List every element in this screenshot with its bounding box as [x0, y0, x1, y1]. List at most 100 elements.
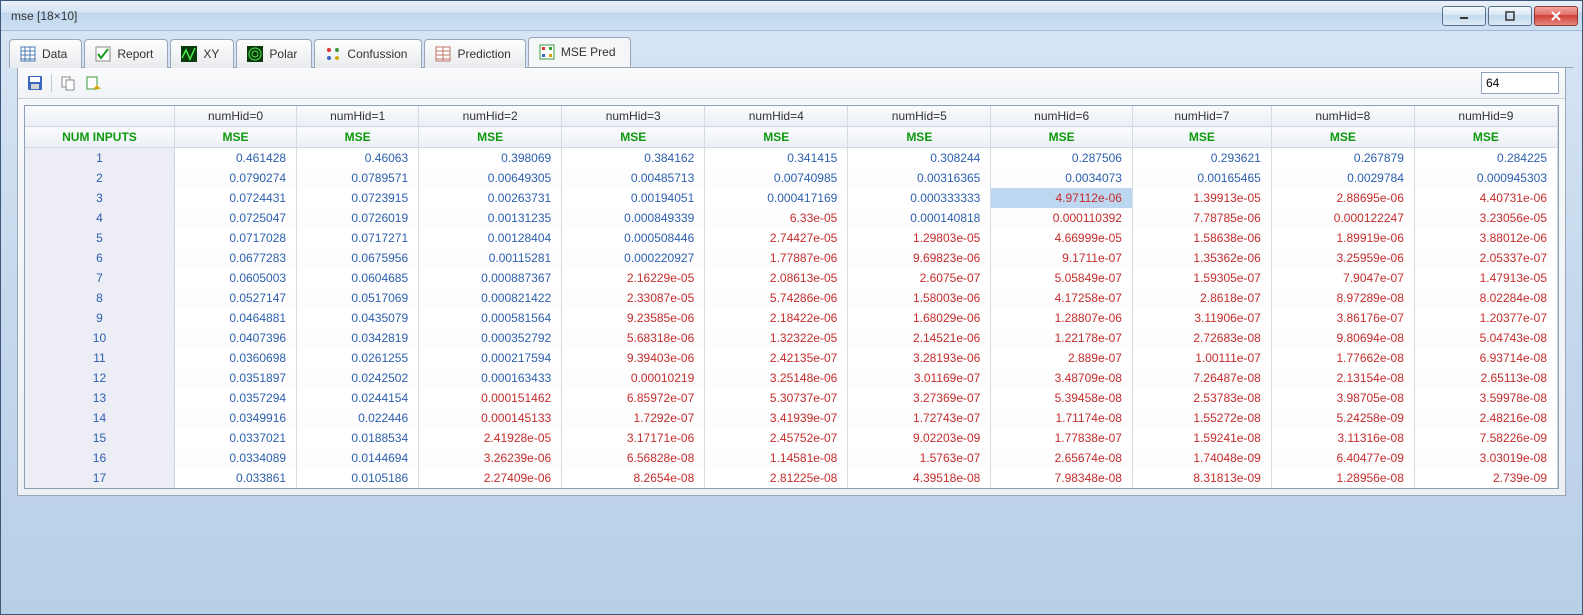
save-button[interactable] — [24, 72, 46, 94]
table-cell[interactable]: 0.0726019 — [297, 208, 419, 228]
column-header[interactable]: numHid=1 — [297, 106, 419, 127]
export-button[interactable] — [82, 72, 104, 94]
table-cell[interactable]: 2.08613e-05 — [705, 268, 848, 288]
corner-header[interactable] — [25, 106, 174, 127]
table-cell[interactable]: 0.000163433 — [419, 368, 562, 388]
tab-xy[interactable]: XY — [170, 39, 234, 68]
table-cell[interactable]: 0.00485713 — [562, 168, 705, 188]
table-cell[interactable]: 7.78785e-06 — [1132, 208, 1271, 228]
table-cell[interactable]: 0.0105186 — [297, 468, 419, 488]
table-cell[interactable]: 0.0351897 — [174, 368, 296, 388]
table-cell[interactable]: 0.00165465 — [1132, 168, 1271, 188]
minimize-button[interactable] — [1442, 6, 1486, 26]
row-label[interactable]: 14 — [25, 408, 174, 428]
row-label[interactable]: 15 — [25, 428, 174, 448]
table-cell[interactable]: 2.45752e-07 — [705, 428, 848, 448]
table-cell[interactable]: 0.000122247 — [1271, 208, 1414, 228]
table-cell[interactable]: 0.00263731 — [419, 188, 562, 208]
table-cell[interactable]: 9.02203e-09 — [848, 428, 991, 448]
table-cell[interactable]: 0.0677283 — [174, 248, 296, 268]
row-label[interactable]: 12 — [25, 368, 174, 388]
sub-header[interactable]: MSE — [991, 127, 1133, 148]
column-header[interactable]: numHid=8 — [1271, 106, 1414, 127]
table-cell[interactable]: 1.58003e-06 — [848, 288, 991, 308]
table-cell[interactable]: 2.16229e-05 — [562, 268, 705, 288]
table-cell[interactable]: 1.47913e-05 — [1414, 268, 1557, 288]
table-cell[interactable]: 6.85972e-07 — [562, 388, 705, 408]
table-cell[interactable]: 0.46063 — [297, 148, 419, 169]
row-label[interactable]: 4 — [25, 208, 174, 228]
tab-data[interactable]: Data — [9, 39, 82, 68]
table-cell[interactable]: 7.98348e-08 — [991, 468, 1133, 488]
table-cell[interactable]: 0.000151462 — [419, 388, 562, 408]
table-cell[interactable]: 1.77838e-07 — [991, 428, 1133, 448]
sub-header[interactable]: MSE — [705, 127, 848, 148]
table-cell[interactable]: 0.000581564 — [419, 308, 562, 328]
sub-header[interactable]: MSE — [1414, 127, 1557, 148]
table-cell[interactable]: 0.0034073 — [991, 168, 1133, 188]
table-cell[interactable]: 2.27409e-06 — [419, 468, 562, 488]
table-cell[interactable]: 0.267879 — [1271, 148, 1414, 169]
table-cell[interactable]: 6.40477e-09 — [1271, 448, 1414, 468]
table-cell[interactable]: 0.461428 — [174, 148, 296, 169]
table-cell[interactable]: 7.9047e-07 — [1271, 268, 1414, 288]
table-cell[interactable]: 3.03019e-08 — [1414, 448, 1557, 468]
column-header[interactable]: numHid=3 — [562, 106, 705, 127]
table-cell[interactable]: 0.00010219 — [562, 368, 705, 388]
column-header[interactable]: numHid=4 — [705, 106, 848, 127]
table-cell[interactable]: 0.0717028 — [174, 228, 296, 248]
row-header-label[interactable]: NUM INPUTS — [25, 127, 174, 148]
table-cell[interactable]: 0.284225 — [1414, 148, 1557, 169]
table-cell[interactable]: 4.39518e-08 — [848, 468, 991, 488]
table-cell[interactable]: 3.41939e-07 — [705, 408, 848, 428]
table-cell[interactable]: 0.0029784 — [1271, 168, 1414, 188]
table-cell[interactable]: 3.11906e-07 — [1132, 308, 1271, 328]
table-cell[interactable]: 1.89919e-06 — [1271, 228, 1414, 248]
table-cell[interactable]: 0.00128404 — [419, 228, 562, 248]
table-cell[interactable]: 4.17258e-07 — [991, 288, 1133, 308]
table-cell[interactable]: 0.000110392 — [991, 208, 1133, 228]
table-cell[interactable]: 1.29803e-05 — [848, 228, 991, 248]
table-cell[interactable]: 1.74048e-09 — [1132, 448, 1271, 468]
table-cell[interactable]: 3.88012e-06 — [1414, 228, 1557, 248]
row-label[interactable]: 17 — [25, 468, 174, 488]
table-cell[interactable]: 0.0407396 — [174, 328, 296, 348]
table-cell[interactable]: 1.55272e-08 — [1132, 408, 1271, 428]
table-cell[interactable]: 2.6075e-07 — [848, 268, 991, 288]
table-cell[interactable]: 0.0464881 — [174, 308, 296, 328]
table-cell[interactable]: 0.0527147 — [174, 288, 296, 308]
table-cell[interactable]: 4.97112e-06 — [991, 188, 1133, 208]
table-cell[interactable]: 0.0334089 — [174, 448, 296, 468]
table-cell[interactable]: 3.27369e-07 — [848, 388, 991, 408]
table-cell[interactable]: 5.39458e-08 — [991, 388, 1133, 408]
row-label[interactable]: 2 — [25, 168, 174, 188]
table-cell[interactable]: 9.39403e-06 — [562, 348, 705, 368]
table-cell[interactable]: 0.022446 — [297, 408, 419, 428]
tab-msepred[interactable]: MSE Pred — [528, 37, 631, 67]
table-cell[interactable]: 0.00131235 — [419, 208, 562, 228]
table-cell[interactable]: 1.59241e-08 — [1132, 428, 1271, 448]
row-label[interactable]: 7 — [25, 268, 174, 288]
row-label[interactable]: 9 — [25, 308, 174, 328]
table-cell[interactable]: 5.74286e-06 — [705, 288, 848, 308]
table-cell[interactable]: 2.42135e-07 — [705, 348, 848, 368]
table-cell[interactable]: 0.033861 — [174, 468, 296, 488]
table-cell[interactable]: 1.22178e-07 — [991, 328, 1133, 348]
table-cell[interactable]: 3.86176e-07 — [1271, 308, 1414, 328]
table-cell[interactable]: 4.40731e-06 — [1414, 188, 1557, 208]
row-label[interactable]: 8 — [25, 288, 174, 308]
table-cell[interactable]: 0.00649305 — [419, 168, 562, 188]
row-label[interactable]: 6 — [25, 248, 174, 268]
row-label[interactable]: 10 — [25, 328, 174, 348]
column-header[interactable]: numHid=9 — [1414, 106, 1557, 127]
table-cell[interactable]: 1.77887e-06 — [705, 248, 848, 268]
table-cell[interactable]: 2.33087e-05 — [562, 288, 705, 308]
table-cell[interactable]: 0.000417169 — [705, 188, 848, 208]
table-cell[interactable]: 2.05337e-07 — [1414, 248, 1557, 268]
table-cell[interactable]: 2.81225e-08 — [705, 468, 848, 488]
table-cell[interactable]: 2.18422e-06 — [705, 308, 848, 328]
table-cell[interactable]: 0.287506 — [991, 148, 1133, 169]
table-cell[interactable]: 2.14521e-06 — [848, 328, 991, 348]
table-cell[interactable]: 6.33e-05 — [705, 208, 848, 228]
tab-prediction[interactable]: Prediction — [424, 39, 525, 68]
